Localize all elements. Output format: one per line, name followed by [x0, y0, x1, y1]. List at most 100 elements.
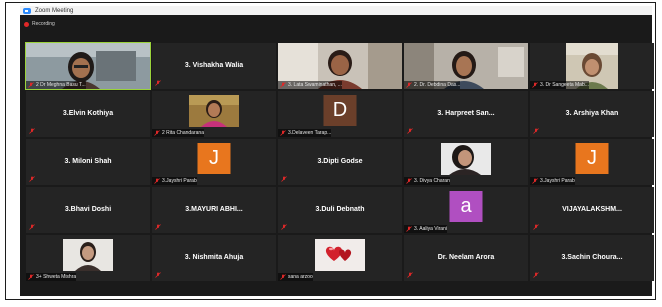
participant-name-bar: 3.Delaveen Tarap...: [278, 129, 332, 137]
participant-tile-24[interactable]: 3.Sachin Choura...: [530, 235, 654, 281]
participant-name-bar: 2 Dr Meghna Basu T...: [26, 81, 86, 89]
zoom-app-icon: [23, 7, 31, 14]
participant-name: 3. Vishakha Walia: [184, 61, 244, 69]
participant-tile-11[interactable]: J 3.Jayshri Parab: [152, 139, 276, 185]
participant-name: 3. Miloni Shah: [64, 157, 112, 165]
muted-mic-icon: [155, 272, 161, 278]
recording-indicator[interactable]: Recording: [24, 21, 55, 27]
participant-tile-9[interactable]: 3. Arshiya Khan: [530, 91, 654, 137]
muted-mic-icon: [29, 176, 35, 182]
participant-name-bar: 3. Lata Swaminathan, ...: [278, 81, 342, 89]
participant-tile-5[interactable]: 3.Elvin Kothiya: [26, 91, 150, 137]
muted-mic-icon: [532, 178, 538, 184]
participant-tile-22[interactable]: sana arzoo: [278, 235, 402, 281]
participant-name: 3.Jayshri Parab: [540, 178, 575, 184]
participant-name: 3.Dipti Godse: [317, 157, 363, 165]
participant-name: 2. Dr. Debdina Das...: [414, 82, 461, 88]
participant-tile-6[interactable]: 2 Rita Chandarana: [152, 91, 276, 137]
muted-mic-icon: [28, 82, 34, 88]
participant-name: 3.Elvin Kothiya: [62, 109, 114, 117]
participant-profile-photo: [189, 95, 239, 127]
participant-tile-19[interactable]: VIJAYALAKSHM...: [530, 187, 654, 233]
muted-mic-icon: [407, 128, 413, 134]
muted-mic-icon: [155, 224, 161, 230]
participant-name: 3. Lata Swaminathan, ...: [288, 82, 342, 88]
window-title: Zoom Meeting: [35, 7, 74, 14]
muted-mic-icon: [28, 274, 34, 280]
participant-tile-2[interactable]: 3. Lata Swaminathan, ...: [278, 43, 402, 89]
participant-tile-17[interactable]: 3.Duli Debnath: [278, 187, 402, 233]
muted-mic-icon: [532, 82, 538, 88]
participant-tile-18[interactable]: a 3. Aaliya Virani: [404, 187, 528, 233]
meeting-gallery-view: Recording 2 Dr Meghna Basu T... 3. Visha…: [20, 15, 654, 296]
muted-mic-icon: [29, 128, 35, 134]
muted-mic-icon: [406, 226, 412, 232]
muted-mic-icon: [281, 224, 287, 230]
participant-tile-8[interactable]: 3. Harpreet San...: [404, 91, 528, 137]
participant-name: 3.Duli Debnath: [315, 205, 365, 213]
participant-profile-photo: [315, 239, 365, 271]
participant-avatar: J: [197, 143, 231, 174]
participant-tile-23[interactable]: Dr. Neelam Arora: [404, 235, 528, 281]
participant-tile-4[interactable]: 3. Dr Sangeeta Mab...: [530, 43, 654, 89]
recording-dot-icon: [24, 21, 29, 27]
participant-tile-0[interactable]: 2 Dr Meghna Basu T...: [25, 42, 151, 90]
participant-tile-10[interactable]: 3. Miloni Shah: [26, 139, 150, 185]
participant-name: 3. Aaliya Virani: [414, 226, 447, 232]
participant-name: VIJAYALAKSHM...: [562, 205, 622, 213]
participant-name: Dr. Neelam Arora: [437, 253, 495, 261]
participant-name: 3+ Shweta Mishra: [36, 274, 77, 280]
participant-name: sana arzoo: [288, 274, 313, 280]
muted-mic-icon: [281, 176, 287, 182]
participant-name: 2 Rita Chandarana: [162, 130, 204, 136]
participant-profile-photo: [63, 239, 113, 271]
participant-name-bar: 2. Dr. Debdina Das...: [404, 81, 461, 89]
participant-name-bar: 3+ Shweta Mishra: [26, 273, 77, 281]
muted-mic-icon: [155, 80, 161, 86]
muted-mic-icon: [406, 178, 412, 184]
participant-name: 3. Arshiya Khan: [565, 109, 619, 117]
participant-tile-14[interactable]: J 3.Jayshri Parab: [530, 139, 654, 185]
participant-tile-12[interactable]: 3.Dipti Godse: [278, 139, 402, 185]
participant-name-bar: 3. Divya Charan: [404, 177, 450, 185]
participant-tile-15[interactable]: 3.Bhavi Doshi: [26, 187, 150, 233]
participant-name: 2 Dr Meghna Basu T...: [36, 82, 86, 88]
zoom-window: Zoom Meeting Recording 2 Dr Meghna Basu …: [5, 2, 656, 300]
participant-tile-21[interactable]: 3. Nishmita Ahuja: [152, 235, 276, 281]
participant-name-bar: 3. Dr Sangeeta Mab...: [530, 81, 589, 89]
participant-tile-7[interactable]: D 3.Delaveen Tarap...: [278, 91, 402, 137]
participant-name-bar: 3. Aaliya Virani: [404, 225, 447, 233]
muted-mic-icon: [533, 272, 539, 278]
participant-name: 3.Bhavi Doshi: [64, 205, 112, 213]
participant-name-bar: sana arzoo: [278, 273, 313, 281]
participant-profile-photo: [441, 143, 491, 175]
participant-avatar: a: [449, 191, 483, 222]
muted-mic-icon: [533, 128, 539, 134]
muted-mic-icon: [533, 224, 539, 230]
participant-name: 3. Divya Charan: [414, 178, 450, 184]
muted-mic-icon: [406, 82, 412, 88]
muted-mic-icon: [154, 130, 160, 136]
muted-mic-icon: [280, 274, 286, 280]
participant-name: 3.Jayshri Parab: [162, 178, 197, 184]
participant-tile-13[interactable]: 3. Divya Charan: [404, 139, 528, 185]
participant-name: 3.MAYURI ABHI...: [185, 205, 243, 213]
participant-name: 3.Sachin Choura...: [561, 253, 623, 261]
muted-mic-icon: [280, 130, 286, 136]
participant-name: 3. Dr Sangeeta Mab...: [540, 82, 589, 88]
participant-name-bar: 3.Jayshri Parab: [530, 177, 575, 185]
participant-tile-16[interactable]: 3.MAYURI ABHI...: [152, 187, 276, 233]
participant-avatar: J: [575, 143, 609, 174]
participant-tile-1[interactable]: 3. Vishakha Walia: [152, 43, 276, 89]
participant-name-bar: 3.Jayshri Parab: [152, 177, 197, 185]
participant-name-bar: 2 Rita Chandarana: [152, 129, 204, 137]
participant-name: 3.Delaveen Tarap...: [288, 130, 332, 136]
muted-mic-icon: [29, 224, 35, 230]
participant-avatar: D: [323, 95, 357, 126]
participant-name: 3. Harpreet San...: [437, 109, 495, 117]
title-bar: Zoom Meeting: [20, 6, 652, 15]
recording-label: Recording: [32, 21, 55, 27]
participant-tile-3[interactable]: 2. Dr. Debdina Das...: [404, 43, 528, 89]
participant-name: 3. Nishmita Ahuja: [184, 253, 244, 261]
participant-tile-20[interactable]: 3+ Shweta Mishra: [26, 235, 150, 281]
